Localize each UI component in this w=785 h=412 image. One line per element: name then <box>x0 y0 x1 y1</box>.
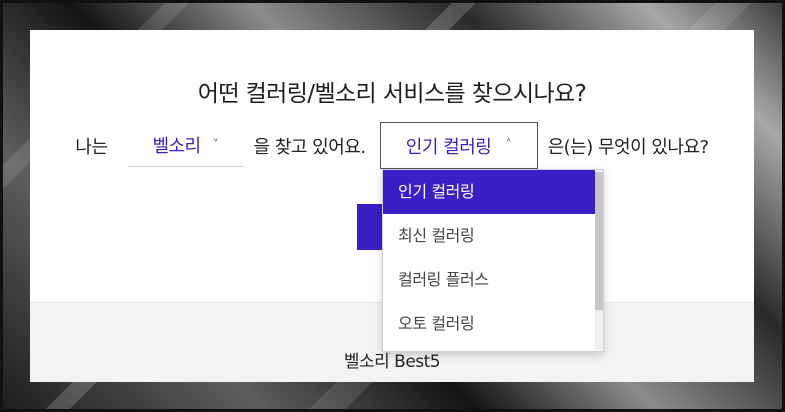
service-select[interactable]: 인기 컬러링 ˄ <box>379 122 538 169</box>
dropdown-option[interactable]: 컬러링 플러스 <box>383 258 597 302</box>
question-heading: 어떤 컬러링/벨소리 서비스를 찾으시나요? <box>197 81 587 107</box>
service-dropdown-list: 인기 컬러링 최신 컬러링 컬러링 플러스 오토 컬러링 <box>382 169 604 352</box>
brand-select-value: 벨소리 <box>152 136 201 157</box>
chevron-up-icon: ˄ <box>505 138 512 153</box>
dropdown-option[interactable]: 인기 컬러링 <box>383 170 597 214</box>
sentence-suffix: 은(는) 무엇이 있나요? <box>547 136 710 158</box>
sentence-middle: 을 찾고 있어요. <box>253 136 367 158</box>
dropdown-option[interactable]: 오토 컬러링 <box>383 302 597 346</box>
sentence-prefix: 나는 <box>75 136 108 158</box>
brand-select[interactable]: 벨소리 ˅ <box>127 124 244 167</box>
search-sentence: 나는 벨소리 ˅ 을 찾고 있어요. 인기 컬러링 ˄ 은(는) 무엇이 있나요… <box>30 122 754 169</box>
dropdown-scrollbar-thumb[interactable] <box>595 172 603 310</box>
service-select-value: 인기 컬러링 <box>405 136 492 158</box>
chevron-down-icon: ˅ <box>212 137 220 153</box>
dropdown-option[interactable]: 최신 컬러링 <box>383 214 597 258</box>
